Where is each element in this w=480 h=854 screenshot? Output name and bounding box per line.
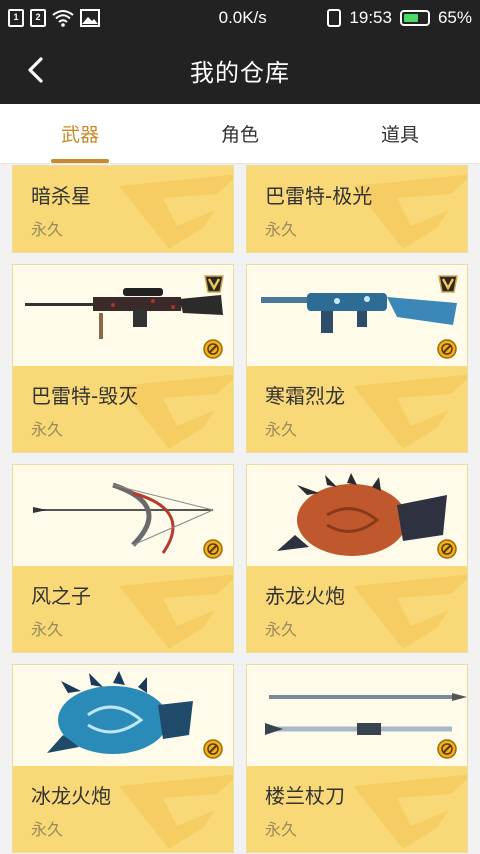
red-dragon-cannon-image [277, 473, 447, 556]
vip-v-icon [438, 275, 458, 293]
item-duration: 永久 [31, 820, 64, 839]
item-duration: 永久 [31, 220, 64, 239]
item-duration: 永久 [31, 620, 64, 639]
item-name: 赤龙火炮 [265, 584, 345, 608]
tab-characters[interactable]: 角色 [160, 104, 320, 163]
item-duration: 永久 [265, 620, 298, 639]
ice-dragon-cannon-image [47, 671, 193, 754]
tab-weapons[interactable]: 武器 [0, 104, 160, 163]
item-image [247, 265, 467, 369]
item-card[interactable]: 暗杀星 永久 [12, 165, 234, 253]
item-info: 冰龙火炮 永久 [13, 766, 233, 852]
tab-props[interactable]: 道具 [320, 104, 480, 163]
image-icon [80, 9, 100, 27]
app-header: 我的仓库 [0, 36, 480, 104]
item-name: 巴雷特-极光 [265, 184, 373, 208]
wifi-icon [52, 10, 74, 27]
item-info: 赤龙火炮 永久 [247, 566, 467, 652]
item-grid: 暗杀星 永久 巴雷特-极光 永久 巴雷特-毁灭 永久 寒霜烈龙 永久 风之子 永… [0, 165, 480, 854]
cf-watermark-icon [353, 574, 467, 649]
item-duration: 永久 [265, 220, 298, 239]
item-duration: 永久 [265, 820, 298, 839]
item-duration: 永久 [31, 420, 64, 439]
item-image [13, 265, 233, 369]
vibrate-icon [327, 9, 342, 27]
clock: 19:53 [349, 8, 392, 27]
sim1-icon: 1 [8, 9, 24, 27]
item-card[interactable]: 风之子 永久 [12, 464, 234, 653]
item-name: 风之子 [31, 584, 91, 608]
currency-coin-icon [203, 739, 223, 759]
item-name: 冰龙火炮 [31, 784, 111, 808]
item-card[interactable]: 巴雷特-毁灭 永久 [12, 264, 234, 453]
cf-watermark-icon [119, 774, 233, 849]
category-tabs: 武器 角色 道具 [0, 104, 480, 164]
item-card[interactable]: 冰龙火炮 永久 [12, 664, 234, 853]
cf-watermark-icon [119, 174, 233, 249]
item-image [13, 465, 233, 569]
item-info: 暗杀星 永久 [13, 166, 233, 252]
item-card[interactable]: 巴雷特-极光 永久 [246, 165, 468, 253]
item-card[interactable]: 赤龙火炮 永久 [246, 464, 468, 653]
item-name: 楼兰杖刀 [265, 784, 345, 808]
cf-watermark-icon [119, 574, 233, 649]
cf-watermark-icon [353, 774, 467, 849]
status-bar: 1 2 0.0K/s 19:53 65% [0, 0, 480, 36]
currency-coin-icon [437, 339, 457, 359]
submachine-gun-image [261, 293, 457, 333]
item-name: 暗杀星 [31, 184, 91, 208]
item-image [247, 665, 467, 769]
item-info: 巴雷特-毁灭 永久 [13, 366, 233, 452]
item-info: 风之子 永久 [13, 566, 233, 652]
currency-coin-icon [437, 739, 457, 759]
staff-blade-image [265, 693, 467, 735]
sim2-icon: 2 [30, 9, 46, 27]
item-name: 寒霜烈龙 [265, 384, 345, 408]
item-card[interactable]: 寒霜烈龙 永久 [246, 264, 468, 453]
item-image [13, 665, 233, 769]
battery-percent: 65% [437, 8, 472, 27]
page-title: 我的仓库 [190, 58, 290, 87]
currency-coin-icon [203, 339, 223, 359]
battery-icon [399, 10, 430, 26]
item-card[interactable]: 楼兰杖刀 永久 [246, 664, 468, 853]
bow-image [33, 482, 214, 554]
item-info: 楼兰杖刀 永久 [247, 766, 467, 852]
item-name: 巴雷特-毁灭 [31, 384, 139, 408]
item-image [247, 465, 467, 569]
currency-coin-icon [437, 539, 457, 559]
item-info: 寒霜烈龙 永久 [247, 366, 467, 452]
network-speed: 0.0K/s [218, 8, 267, 27]
item-duration: 永久 [265, 420, 298, 439]
currency-coin-icon [203, 539, 223, 559]
sniper-rifle-image [25, 288, 223, 339]
back-arrow-icon[interactable] [22, 56, 50, 84]
battery-level [403, 14, 419, 22]
item-info: 巴雷特-极光 永久 [247, 166, 467, 252]
cf-watermark-icon [353, 374, 467, 449]
vip-v-icon [204, 275, 224, 293]
